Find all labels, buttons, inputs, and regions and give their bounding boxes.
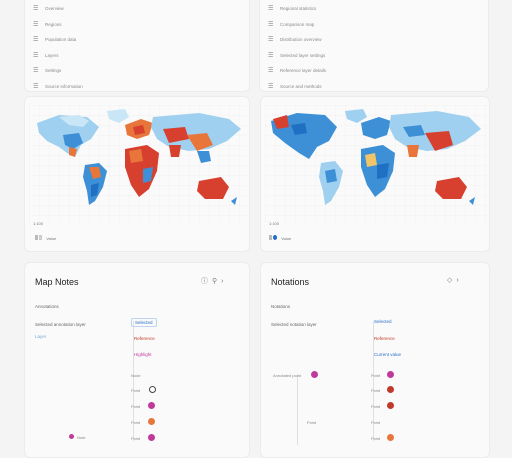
filter-label: Selected notation layer (271, 322, 317, 327)
help-icon[interactable]: ⓘ (201, 278, 212, 285)
timeline-line (297, 375, 298, 445)
point-marker[interactable] (148, 402, 155, 409)
map-scale-label: 1:100 (269, 221, 280, 226)
point-marker[interactable] (387, 402, 394, 409)
layer-list-panel-left: ☰ Overview ☰ Regions ☰ Population data ☰ Lay… (24, 0, 250, 92)
list-icon: ☰ (33, 83, 39, 90)
section-subtitle: Notations (271, 304, 291, 309)
list-icon: ☰ (33, 21, 39, 28)
node-label: Point (131, 420, 141, 425)
notations-panel: Notations ◇› Notations Selected notation… (260, 262, 490, 458)
list-row-label: Distribution overview (280, 37, 322, 43)
list-row[interactable]: ☰ Source information (33, 79, 241, 95)
node-label: Point (131, 404, 141, 409)
list-row[interactable]: ☰ Layers (33, 48, 241, 64)
point-marker[interactable] (69, 434, 74, 439)
list-row-label: Selected layer settings (280, 52, 326, 58)
list-row-label: Layers (45, 52, 59, 58)
layer-chip[interactable]: Highlight (131, 351, 155, 358)
layer-chip[interactable]: Selected (131, 318, 157, 327)
list-icon: ☰ (268, 21, 274, 28)
legend-swatch-icon (35, 235, 38, 240)
filter-sub: Layer (35, 334, 47, 339)
shield-icon[interactable]: ◇ (447, 277, 456, 284)
list-row-label: Regional statistics (280, 6, 317, 12)
section-subtitle: Annotations (35, 304, 59, 309)
world-map-panel-left: 1:100 Value (24, 96, 250, 252)
legend-label: Value (281, 236, 292, 241)
list-row[interactable]: ☰ Overview (33, 1, 241, 17)
list-row[interactable]: ☰ Comparison map (268, 17, 480, 33)
layer-list-panel-right: ☰ Regional statistics ☰ Comparison map ☰ Di… (259, 0, 489, 92)
legend-label: Value (46, 236, 57, 241)
layer-chip[interactable]: Selected (371, 318, 395, 325)
world-map-panel-right: 1:100 Value (260, 96, 490, 252)
node-label: Node (131, 373, 141, 378)
map-legend: Value (35, 235, 56, 241)
list-row[interactable]: ☰ Population data (33, 32, 241, 48)
node-label: Point (131, 436, 141, 441)
map-notes-panel: Map Notes ⓘ⚲› Annotations Selected annot… (24, 262, 250, 458)
list-icon: ☰ (268, 6, 274, 13)
node-label: Point (371, 373, 381, 378)
point-marker[interactable] (387, 386, 394, 393)
node-label: Point (371, 388, 381, 393)
map-legend: Value (269, 235, 291, 241)
node-label: Point (371, 436, 381, 441)
list-row[interactable]: ☰ Regional statistics (268, 1, 480, 17)
list-row-label: Overview (45, 6, 64, 12)
node-label: Note (77, 435, 86, 440)
list-row[interactable]: ☰ Distribution overview (268, 32, 480, 48)
layer-chip[interactable]: Reference (371, 335, 398, 342)
list-icon: ☰ (33, 52, 39, 59)
point-marker[interactable] (387, 434, 394, 441)
list-row[interactable]: ☰ Reference layer details (268, 63, 480, 79)
list-icon: ☰ (33, 37, 39, 44)
node-label: Point (371, 404, 381, 409)
list-row-label: Regions (45, 21, 62, 27)
point-marker[interactable] (149, 386, 156, 393)
legend-swatch-icon (269, 235, 272, 240)
legend-swatch-icon (39, 235, 43, 240)
world-map[interactable] (265, 105, 487, 223)
list-row-label: Source information (45, 83, 83, 89)
legend-dot-icon (273, 235, 278, 240)
list-row[interactable]: ☰ Source and methods (268, 79, 480, 95)
node-label: Point (371, 420, 381, 425)
world-map[interactable] (29, 105, 247, 223)
list-row[interactable]: ☰ Regions (33, 17, 241, 33)
layer-chip[interactable]: Current value (371, 351, 404, 358)
panel-toolbar: ◇› (447, 276, 463, 284)
list-icon: ☰ (33, 6, 39, 13)
expand-icon[interactable]: › (456, 277, 462, 284)
point-marker[interactable] (148, 434, 155, 441)
panel-title: Notations (271, 277, 310, 287)
panel-title: Map Notes (35, 277, 79, 287)
list-row-label: Reference layer details (280, 68, 327, 74)
panel-toolbar: ⓘ⚲› (201, 276, 227, 286)
point-marker[interactable] (387, 371, 394, 378)
pin-icon[interactable]: ⚲ (212, 278, 221, 285)
list-row-label: Settings (45, 68, 62, 74)
list-row[interactable]: ☰ Settings (33, 63, 241, 79)
node-label: Annotated point (273, 373, 302, 378)
list-icon: ☰ (268, 37, 274, 44)
list-row-label: Population data (45, 37, 77, 43)
list-icon: ☰ (268, 83, 274, 90)
node-label: Point (307, 420, 317, 425)
filter-label: Selected annotation layer (35, 322, 86, 327)
map-scale-label: 1:100 (33, 221, 44, 226)
layer-chip[interactable]: Reference (131, 335, 158, 342)
expand-icon[interactable]: › (221, 278, 227, 285)
list-icon: ☰ (33, 68, 39, 75)
list-row-label: Source and methods (280, 83, 322, 89)
list-icon: ☰ (268, 68, 274, 75)
point-marker[interactable] (311, 371, 318, 378)
list-icon: ☰ (268, 52, 274, 59)
node-label: Point (131, 388, 141, 393)
point-marker[interactable] (148, 418, 155, 425)
list-row[interactable]: ☰ Selected layer settings (268, 48, 480, 64)
list-row-label: Comparison map (280, 21, 315, 27)
